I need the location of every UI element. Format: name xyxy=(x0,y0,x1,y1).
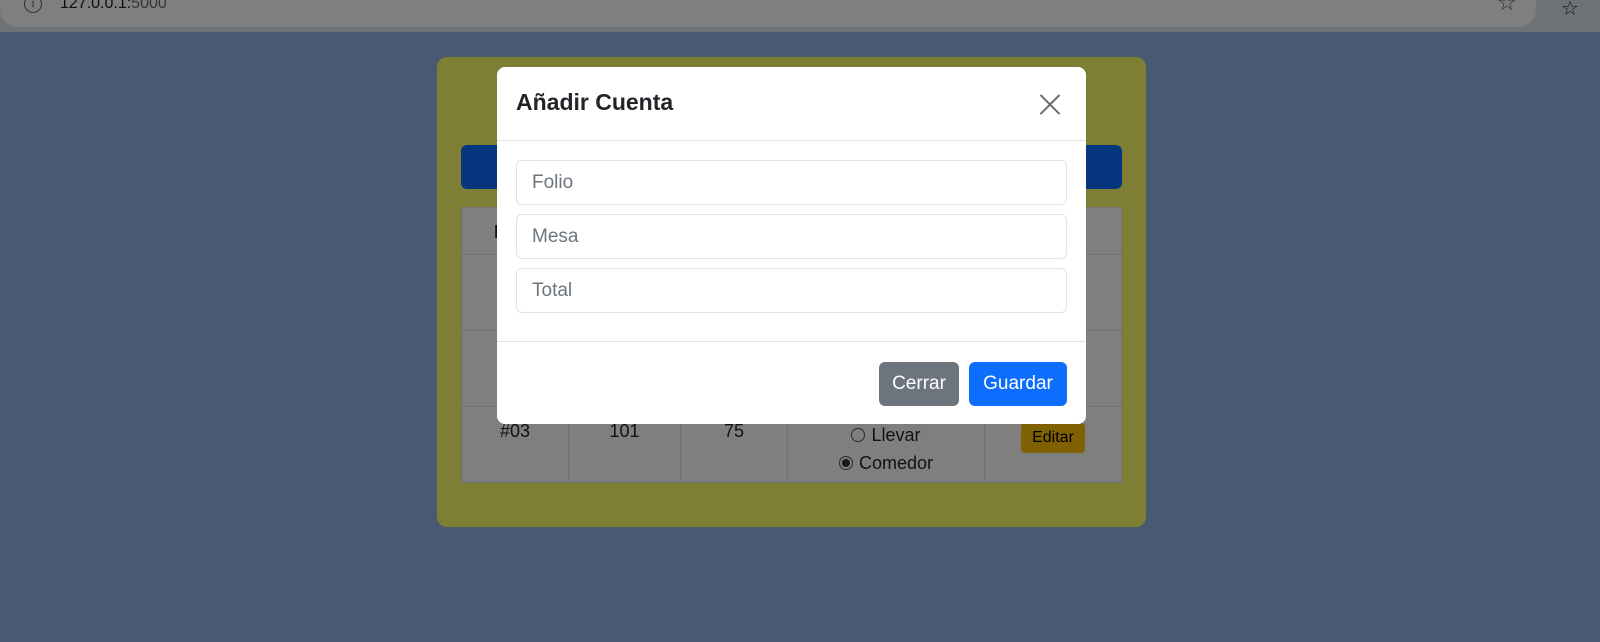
modal-header: Añadir Cuenta xyxy=(497,67,1086,141)
close-button[interactable]: Cerrar xyxy=(879,362,959,406)
modal-footer: Cerrar Guardar xyxy=(497,341,1086,424)
modal-title: Añadir Cuenta xyxy=(516,89,674,115)
folio-input[interactable] xyxy=(516,160,1067,205)
close-icon[interactable] xyxy=(1035,89,1065,119)
mesa-input[interactable] xyxy=(516,214,1067,259)
save-button[interactable]: Guardar xyxy=(969,362,1067,406)
add-account-modal: Añadir Cuenta Cerrar Guardar xyxy=(497,67,1086,424)
total-input[interactable] xyxy=(516,268,1067,313)
